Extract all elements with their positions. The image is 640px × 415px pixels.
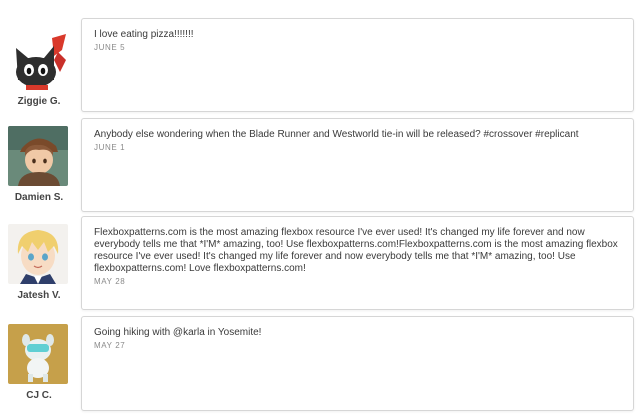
post-message: Going hiking with @karla in Yosemite!: [94, 327, 262, 338]
author-name[interactable]: Ziggie G.: [8, 96, 70, 107]
blonde-anime-avatar-icon[interactable]: [8, 224, 68, 284]
post-author: Damien S.: [8, 126, 70, 203]
author-name[interactable]: Damien S.: [8, 192, 70, 203]
post-author: CJ C.: [8, 324, 70, 401]
post-card: Going hiking with @karla in Yosemite! MA…: [81, 316, 634, 411]
post-feed: Ziggie G. I love eating pizza!!!!!!! JUN…: [0, 0, 640, 415]
post-author: Ziggie G.: [8, 30, 70, 107]
post-date: JUNE 1: [94, 143, 126, 152]
post-card: I love eating pizza!!!!!!! JUNE 5: [81, 18, 634, 112]
post-date: JUNE 5: [94, 43, 126, 52]
author-name[interactable]: CJ C.: [8, 390, 70, 401]
boy-with-cap-avatar-icon[interactable]: [8, 126, 68, 186]
post-message: Flexboxpatterns.com is the most amazing …: [94, 227, 618, 274]
robot-dog-avatar-icon[interactable]: [8, 324, 68, 384]
post-date: MAY 28: [94, 277, 126, 286]
post-message: I love eating pizza!!!!!!!: [94, 29, 194, 40]
post-author: Jatesh V.: [8, 224, 70, 301]
black-cat-avatar-icon[interactable]: [8, 30, 68, 90]
post-message: Anybody else wondering when the Blade Ru…: [94, 129, 579, 140]
post-card: Flexboxpatterns.com is the most amazing …: [81, 216, 634, 310]
post-card: Anybody else wondering when the Blade Ru…: [81, 118, 634, 212]
post-date: MAY 27: [94, 341, 126, 350]
author-name[interactable]: Jatesh V.: [8, 290, 70, 301]
